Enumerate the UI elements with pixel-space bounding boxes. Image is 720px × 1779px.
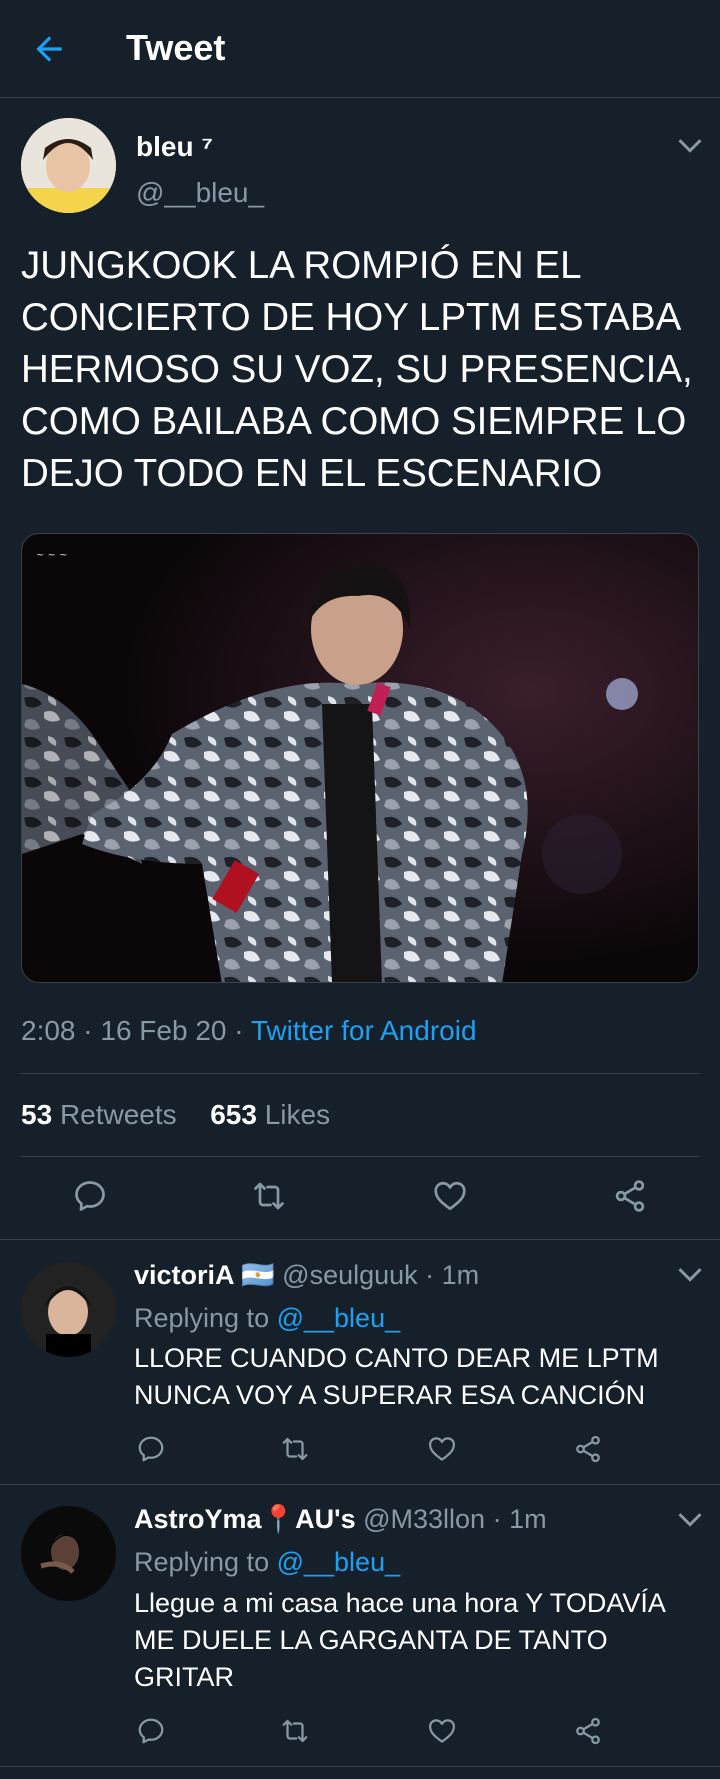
replying-to: Replying to @__bleu_ <box>134 1301 400 1335</box>
tweet-source-link[interactable]: Twitter for Android <box>251 1015 477 1046</box>
tweet-timestamp: 2:08 · 16 Feb 20 · Twitter for Android <box>21 1013 477 1049</box>
retweets-count: 53 <box>21 1099 53 1130</box>
replying-prefix: Replying to <box>134 1547 277 1577</box>
reply-icon[interactable] <box>136 1434 166 1464</box>
svg-text:~ ~ ~: ~ ~ ~ <box>36 550 68 561</box>
replying-to-handle[interactable]: @__bleu_ <box>277 1303 401 1333</box>
author-avatar[interactable] <box>21 118 116 213</box>
like-icon[interactable] <box>432 1178 468 1214</box>
retweet-icon[interactable] <box>251 1178 287 1214</box>
reply-author-handle[interactable]: @seulguuk · 1m <box>282 1260 479 1290</box>
tweet-photo[interactable]: ~ ~ ~ <box>21 533 699 983</box>
page-title: Tweet <box>126 27 226 68</box>
chevron-down-icon[interactable] <box>676 1510 704 1530</box>
divider <box>21 1156 699 1157</box>
share-icon[interactable] <box>573 1434 603 1464</box>
likes-count: 653 <box>210 1099 257 1130</box>
divider <box>0 1239 720 1240</box>
chevron-down-icon[interactable] <box>676 136 704 156</box>
retweets-label: Retweets <box>59 1099 177 1130</box>
tweet-time: 2:08 · 16 Feb 20 · <box>21 1015 251 1046</box>
retweet-icon[interactable] <box>280 1716 310 1746</box>
reply-author-name[interactable]: victoriA 🇦🇷 <box>134 1260 275 1290</box>
divider <box>0 1484 720 1485</box>
avatar-image <box>21 1506 116 1601</box>
reply-author-name[interactable]: AstroYma📍AU's <box>134 1504 356 1534</box>
reply-icon[interactable] <box>136 1716 166 1746</box>
chevron-down-icon[interactable] <box>676 1265 704 1285</box>
reply-header: AstroYma📍AU's @M33llon · 1m <box>134 1502 547 1536</box>
replying-prefix: Replying to <box>134 1303 277 1333</box>
like-icon[interactable] <box>427 1716 457 1746</box>
concert-photo: ~ ~ ~ <box>22 534 698 982</box>
retweet-icon[interactable] <box>280 1434 310 1464</box>
reply-header: victoriA 🇦🇷 @seulguuk · 1m <box>134 1258 479 1292</box>
author-name[interactable]: bleu ⁷ <box>136 130 213 164</box>
share-icon[interactable] <box>612 1178 648 1214</box>
divider <box>21 1073 699 1074</box>
tweet-text: JUNGKOOK LA ROMPIÓ EN EL CONCIERTO DE HO… <box>21 244 693 495</box>
reply-text: Llegue a mi casa hace una hora Y TODAVÍA… <box>134 1588 665 1692</box>
replying-to-handle[interactable]: @__bleu_ <box>277 1547 401 1577</box>
reply-avatar[interactable] <box>21 1262 116 1357</box>
likes-stat[interactable]: 653 Likes <box>210 1099 330 1130</box>
reply-author-handle[interactable]: @M33llon · 1m <box>363 1504 546 1534</box>
likes-label: Likes <box>264 1099 331 1130</box>
reply-avatar[interactable] <box>21 1506 116 1601</box>
arrow-left-icon[interactable] <box>30 30 68 68</box>
top-app-bar: Tweet <box>0 0 720 98</box>
like-icon[interactable] <box>427 1434 457 1464</box>
divider <box>0 1766 720 1767</box>
avatar-image <box>21 1262 116 1357</box>
tweet-stats: 53 Retweets 653 Likes <box>21 1097 330 1133</box>
share-icon[interactable] <box>573 1716 603 1746</box>
author-handle[interactable]: @__bleu_ <box>136 176 264 210</box>
avatar-image <box>21 118 116 213</box>
reply-icon[interactable] <box>72 1178 108 1214</box>
reply-text: LLORE CUANDO CANTO DEAR ME LPTM NUNCA VO… <box>134 1343 659 1410</box>
retweets-stat[interactable]: 53 Retweets <box>21 1099 177 1130</box>
replying-to: Replying to @__bleu_ <box>134 1545 400 1579</box>
